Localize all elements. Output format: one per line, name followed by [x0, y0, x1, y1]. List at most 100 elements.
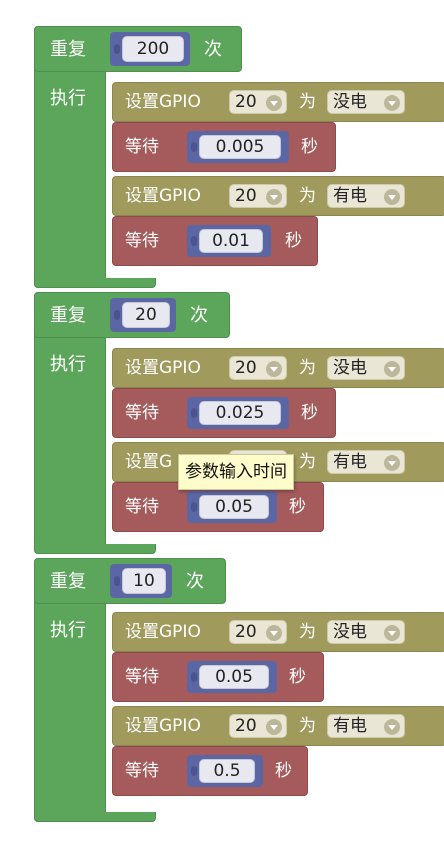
chevron-down-icon: [384, 95, 400, 111]
gpio-pin-value: 20: [235, 186, 257, 206]
loop-bottom: [34, 812, 156, 822]
set-gpio-label: 设置GPIO: [125, 622, 201, 642]
seconds-label: 秒: [301, 403, 318, 423]
wait-label: 等待: [125, 497, 159, 517]
puzzle-notch-icon: [191, 408, 197, 418]
times-label: 次: [190, 305, 208, 326]
power-state-dropdown[interactable]: 没电: [327, 90, 405, 114]
chevron-down-icon: [384, 189, 400, 205]
repeat-label: 重复: [50, 571, 86, 592]
repeat-count-input[interactable]: 10: [122, 568, 166, 594]
wait-label: 等待: [125, 137, 159, 157]
chevron-down-icon: [384, 719, 400, 735]
repeat-block[interactable]: 重复 20 次 执行 设置GPIO 20 为 没电 等待 0.025 秒 设置G…: [34, 292, 444, 554]
repeat-count-input[interactable]: 20: [122, 302, 170, 328]
gpio-pin-dropdown[interactable]: 20: [229, 620, 287, 644]
wait-label: 等待: [125, 667, 159, 687]
puzzle-notch-icon: [114, 310, 120, 320]
repeat-count-block[interactable]: 10: [110, 564, 172, 598]
repeat-label: 重复: [50, 39, 86, 60]
set-gpio-block[interactable]: 设置GPIO 20 为 没电: [112, 612, 444, 652]
as-label: 为: [299, 186, 316, 206]
gpio-pin-dropdown[interactable]: 20: [229, 356, 287, 380]
wait-value-input[interactable]: 0.05: [199, 665, 269, 689]
set-gpio-label: 设置GPIO: [125, 358, 201, 378]
wait-block[interactable]: 等待 0.5 秒: [112, 746, 308, 796]
puzzle-notch-icon: [114, 44, 120, 54]
power-state-dropdown[interactable]: 没电: [327, 620, 405, 644]
power-state-value: 没电: [333, 622, 367, 642]
chevron-down-icon: [266, 189, 282, 205]
repeat-count-input[interactable]: 200: [122, 36, 184, 62]
as-label: 为: [299, 622, 316, 642]
puzzle-notch-icon: [191, 672, 197, 682]
wait-block[interactable]: 等待 0.025 秒: [112, 388, 336, 438]
as-label: 为: [299, 358, 316, 378]
power-state-dropdown[interactable]: 没电: [327, 356, 405, 380]
repeat-block[interactable]: 重复 200 次 执行 设置GPIO 20 为 没电 等待 0.005 秒 设置…: [34, 26, 444, 288]
gpio-pin-value: 20: [235, 92, 257, 112]
chevron-down-icon: [384, 455, 400, 471]
wait-block[interactable]: 等待 0.05 秒: [112, 652, 324, 702]
as-label: 为: [299, 716, 316, 736]
wait-value-block[interactable]: 0.025: [187, 397, 289, 429]
gpio-pin-dropdown[interactable]: 20: [229, 90, 287, 114]
wait-value-input[interactable]: 0.01: [199, 229, 263, 253]
times-label: 次: [186, 571, 204, 592]
seconds-label: 秒: [301, 137, 318, 157]
power-state-dropdown[interactable]: 有电: [327, 714, 405, 738]
repeat-block[interactable]: 重复 10 次 执行 设置GPIO 20 为 没电 等待 0.05 秒 设置GP…: [34, 558, 444, 822]
wait-value-block[interactable]: 0.005: [187, 131, 289, 163]
puzzle-notch-icon: [191, 766, 197, 776]
power-state-dropdown[interactable]: 有电: [327, 450, 405, 474]
seconds-label: 秒: [285, 231, 302, 251]
gpio-pin-value: 20: [235, 622, 257, 642]
chevron-down-icon: [266, 95, 282, 111]
wait-value-input[interactable]: 0.05: [199, 495, 269, 519]
seconds-label: 秒: [275, 761, 292, 781]
seconds-label: 秒: [289, 497, 306, 517]
chevron-down-icon: [266, 719, 282, 735]
gpio-pin-value: 20: [235, 358, 257, 378]
wait-block[interactable]: 等待 0.005 秒: [112, 122, 336, 172]
power-state-value: 没电: [333, 92, 367, 112]
repeat-count-block[interactable]: 200: [110, 32, 190, 66]
gpio-pin-value: 20: [235, 716, 257, 736]
as-label: 为: [299, 92, 316, 112]
wait-block[interactable]: 等待 0.01 秒: [112, 216, 318, 266]
power-state-dropdown[interactable]: 有电: [327, 184, 405, 208]
wait-value-input[interactable]: 0.5: [199, 759, 255, 783]
set-gpio-label: 设置G: [125, 452, 173, 472]
set-gpio-label: 设置GPIO: [125, 186, 201, 206]
puzzle-notch-icon: [191, 236, 197, 246]
times-label: 次: [204, 39, 222, 60]
power-state-value: 有电: [333, 452, 367, 472]
do-label: 执行: [50, 354, 86, 375]
set-gpio-label: 设置GPIO: [125, 92, 201, 112]
wait-value-block[interactable]: 0.5: [187, 755, 263, 787]
set-gpio-label: 设置GPIO: [125, 716, 201, 736]
power-state-value: 有电: [333, 716, 367, 736]
set-gpio-block[interactable]: 设置GPIO 20 为 有电: [112, 176, 444, 216]
wait-value-input[interactable]: 0.005: [199, 135, 281, 159]
puzzle-notch-icon: [191, 142, 197, 152]
puzzle-notch-icon: [191, 502, 197, 512]
chevron-down-icon: [266, 625, 282, 641]
set-gpio-block[interactable]: 设置GPIO 20 为 没电: [112, 348, 444, 388]
chevron-down-icon: [384, 625, 400, 641]
set-gpio-block[interactable]: 设置GPIO 20 为 有电: [112, 706, 444, 746]
chevron-down-icon: [266, 361, 282, 377]
power-state-value: 有电: [333, 186, 367, 206]
set-gpio-block[interactable]: 设置GPIO 20 为 没电: [112, 82, 444, 122]
gpio-pin-dropdown[interactable]: 20: [229, 184, 287, 208]
wait-value-input[interactable]: 0.025: [199, 401, 281, 425]
repeat-count-block[interactable]: 20: [110, 298, 176, 332]
seconds-label: 秒: [289, 667, 306, 687]
wait-value-block[interactable]: 0.05: [187, 661, 277, 693]
loop-bottom: [34, 278, 156, 288]
wait-value-block[interactable]: 0.01: [187, 225, 271, 257]
gpio-pin-dropdown[interactable]: 20: [229, 714, 287, 738]
puzzle-notch-icon: [114, 576, 120, 586]
wait-label: 等待: [125, 761, 159, 781]
wait-value-block[interactable]: 0.05: [187, 491, 277, 523]
